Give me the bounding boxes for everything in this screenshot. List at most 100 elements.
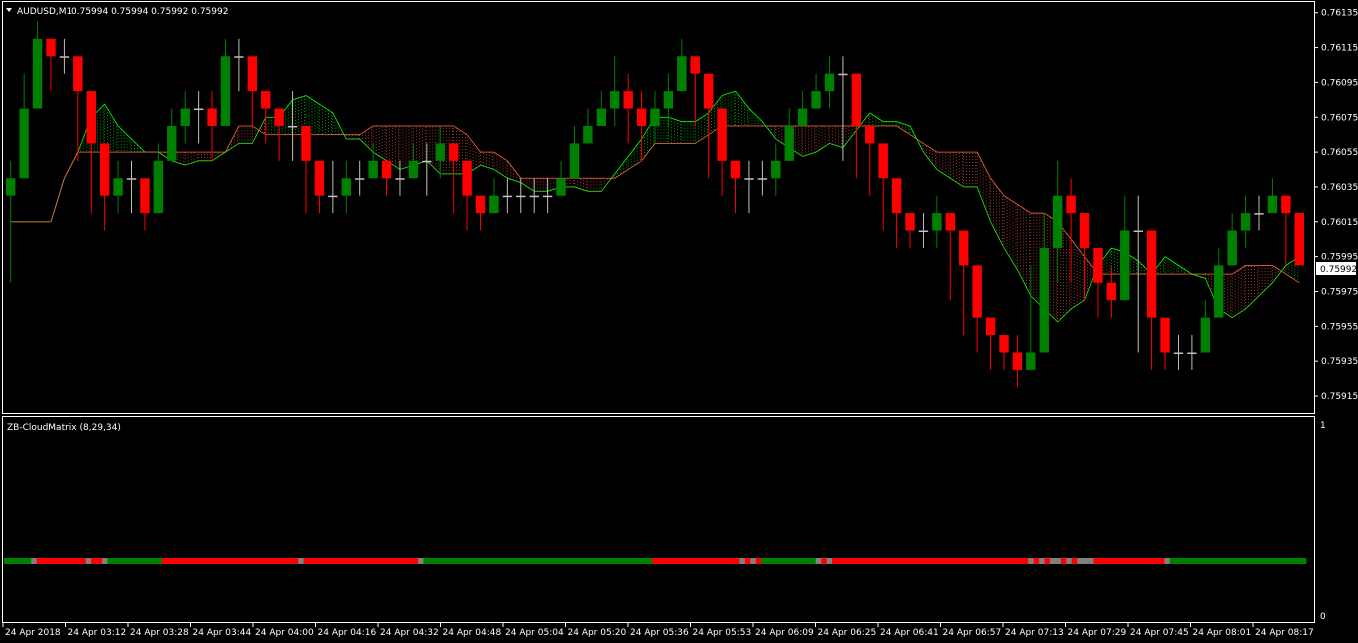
matrix-cell	[1240, 558, 1247, 564]
matrix-cell	[401, 558, 408, 564]
matrix-cell	[1153, 558, 1160, 564]
candle-body	[959, 230, 969, 266]
matrix-cell	[151, 558, 157, 564]
indicator-axis-min: 0	[1320, 612, 1326, 622]
matrix-cell	[712, 558, 719, 564]
matrix-cell	[412, 558, 419, 564]
matrix-cell	[543, 558, 550, 564]
matrix-cell	[390, 558, 397, 564]
indicator-axis-max: 1	[1320, 421, 1326, 431]
matrix-cell	[31, 558, 38, 564]
candle-body	[556, 178, 566, 196]
matrix-cell	[1262, 558, 1269, 564]
matrix-cell	[690, 558, 697, 564]
candle-body	[287, 125, 298, 128]
candle-body	[113, 178, 123, 196]
matrix-cell	[1077, 558, 1084, 564]
y-tick-label: 0.75975	[1321, 288, 1358, 298]
x-tick-label: 24 Apr 03:28	[130, 628, 189, 638]
matrix-cell	[1142, 558, 1149, 564]
matrix-cell	[908, 558, 915, 564]
candle-body	[328, 195, 338, 198]
x-tick-label: 24 Apr 04:16	[318, 628, 377, 638]
candle-body	[126, 178, 137, 180]
matrix-cell	[1218, 558, 1225, 564]
candle-body	[891, 178, 902, 214]
matrix-cell	[292, 558, 299, 564]
matrix-cell	[1180, 558, 1187, 564]
matrix-cell	[886, 558, 893, 564]
candle-body	[797, 108, 808, 126]
matrix-cell	[614, 558, 620, 564]
matrix-cell	[374, 558, 381, 564]
matrix-cell	[826, 558, 833, 564]
candle-body	[596, 108, 607, 126]
matrix-cell	[973, 558, 980, 564]
candle-body	[462, 160, 472, 196]
candle-body	[99, 143, 110, 196]
candle-body	[207, 108, 217, 126]
matrix-cell	[1256, 558, 1263, 564]
matrix-cell	[368, 558, 375, 564]
candle-body	[1173, 352, 1184, 354]
matrix-cell	[129, 558, 136, 564]
matrix-cell	[461, 558, 468, 564]
matrix-cell	[330, 558, 337, 564]
x-tick-label: 24 Apr 08:01	[1193, 628, 1252, 638]
candle-body	[1240, 213, 1251, 231]
matrix-cell	[728, 558, 735, 564]
matrix-cell	[1028, 558, 1035, 564]
matrix-cell	[156, 558, 163, 564]
candle-body	[1200, 317, 1211, 353]
matrix-cell	[968, 558, 975, 564]
matrix-cell	[477, 558, 484, 564]
y-tick-label: 0.76035	[1321, 183, 1358, 193]
matrix-cell	[848, 558, 855, 564]
y-tick-label: 0.75935	[1321, 357, 1358, 367]
matrix-cell	[63, 558, 70, 564]
matrix-cell	[608, 558, 615, 564]
matrix-cell	[14, 558, 21, 564]
matrix-cell	[303, 558, 310, 564]
matrix-cell	[53, 558, 59, 564]
matrix-cell	[930, 558, 936, 564]
matrix-cell	[319, 558, 326, 564]
matrix-cell	[750, 558, 757, 564]
matrix-cell	[178, 558, 185, 564]
candle-body	[1187, 352, 1197, 354]
matrix-cell	[641, 558, 648, 564]
matrix-cell	[772, 558, 778, 564]
matrix-cell	[902, 558, 909, 564]
candle-body	[341, 178, 351, 196]
matrix-cell	[1300, 558, 1307, 564]
matrix-cell	[853, 558, 860, 564]
matrix-cell	[499, 558, 506, 564]
candle-body	[811, 91, 821, 109]
matrix-cell	[172, 558, 179, 564]
matrix-cell	[183, 558, 190, 564]
matrix-cell	[161, 558, 168, 564]
x-tick-label: 24 Apr 05:20	[568, 628, 627, 638]
matrix-cell	[755, 558, 762, 564]
matrix-cell	[516, 558, 522, 564]
candle-body	[1052, 195, 1063, 248]
candle-body	[32, 38, 43, 109]
matrix-cell	[4, 558, 10, 564]
matrix-cell	[821, 558, 828, 564]
x-tick-label: 24 Apr 05:36	[630, 628, 689, 638]
candle-body	[355, 178, 365, 180]
candle-body	[1012, 352, 1023, 370]
matrix-cell	[352, 558, 359, 564]
matrix-cell	[881, 558, 887, 564]
matrix-cell	[221, 558, 228, 564]
matrix-cell	[396, 558, 403, 564]
matrix-cell	[238, 558, 245, 564]
candle-body	[999, 335, 1009, 353]
quote-values: 0.75994 0.75994 0.75992 0.75992	[71, 7, 228, 17]
matrix-cell	[85, 558, 92, 564]
matrix-cell	[336, 558, 343, 564]
matrix-cell	[118, 558, 125, 564]
matrix-cell	[990, 558, 996, 564]
candle-body	[368, 160, 378, 179]
matrix-cell	[652, 558, 659, 564]
